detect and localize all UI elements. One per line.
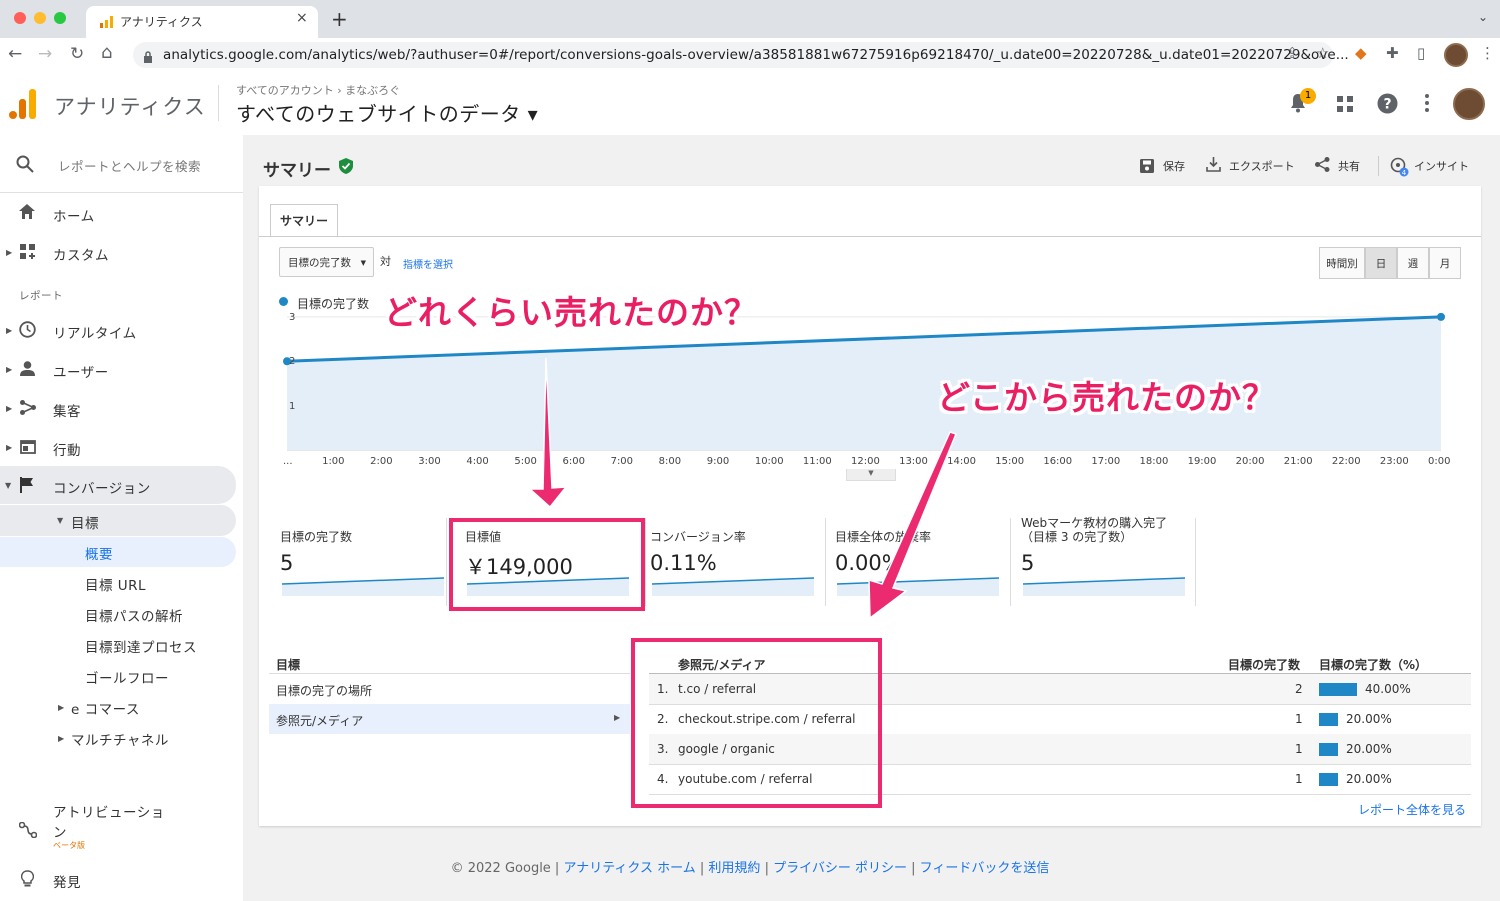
footer-link-analytics-home[interactable]: アナリティクス ホーム	[563, 861, 695, 876]
annotation-where-from: どこから売れたのか？	[937, 378, 1277, 417]
footer-link-terms[interactable]: 利用規約	[708, 861, 760, 876]
footer-link-privacy[interactable]: プライバシー ポリシー	[773, 861, 907, 876]
copyright: © 2022 Google |	[450, 861, 564, 876]
annotation-how-much: どれくらい売れたのか？	[384, 293, 758, 332]
annotation-arrows	[528, 357, 957, 620]
arrow-to-goal-value	[528, 357, 568, 509]
arrow-to-source-table	[868, 431, 957, 620]
footer: © 2022 Google | アナリティクス ホーム | 利用規約 | プライ…	[450, 861, 1050, 876]
footer-link-feedback[interactable]: フィードバックを送信	[920, 861, 1050, 876]
